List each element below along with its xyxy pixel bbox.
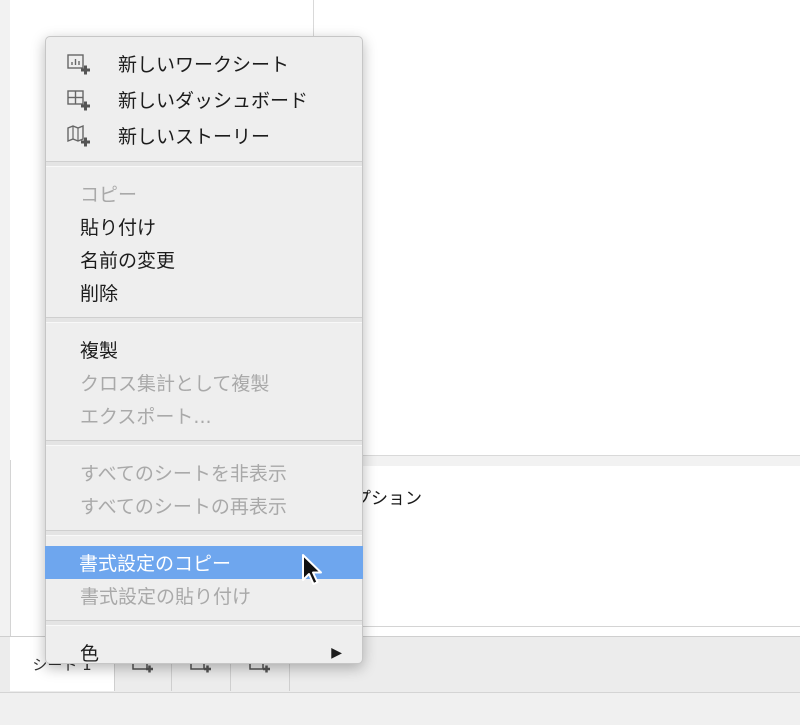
menu-item-label: コピー	[80, 184, 138, 206]
menu-item-label: すべてのシートを非表示	[80, 463, 287, 485]
menu-separator	[46, 620, 362, 626]
menu-item-label: 新しいストーリー	[118, 125, 271, 148]
menu-item-copy[interactable]: コピー	[46, 177, 362, 210]
menu-item-label: 書式設定の貼り付け	[80, 586, 252, 608]
menu-item-paste[interactable]: 貼り付け	[46, 210, 362, 243]
caption-text: プション	[354, 489, 422, 509]
menu-item-new-worksheet[interactable]: 新しいワークシート	[46, 45, 362, 81]
menu-item-label: 書式設定のコピー	[79, 553, 232, 575]
menu-item-new-story[interactable]: 新しいストーリー	[46, 117, 362, 153]
menu-item-hide-all-sheets[interactable]: すべてのシートを非表示	[46, 456, 362, 489]
menu-item-rename[interactable]: 名前の変更	[46, 243, 362, 276]
menu-item-color[interactable]: 色 ▶	[46, 636, 362, 669]
menu-item-label: 新しいワークシート	[118, 53, 290, 76]
menu-item-label: 名前の変更	[80, 250, 176, 272]
view-canvas	[314, 0, 800, 455]
menu-item-label: すべてのシートの再表示	[80, 496, 287, 518]
menu-separator	[46, 317, 362, 323]
menu-item-duplicate-as-crosstab[interactable]: クロス集計として複製	[46, 366, 362, 399]
menu-item-label: 削除	[80, 283, 119, 305]
menu-item-export[interactable]: エクスポート...	[46, 399, 362, 432]
menu-item-label: クロス集計として複製	[80, 373, 270, 395]
menu-separator	[46, 440, 362, 446]
menu-item-delete[interactable]: 削除	[46, 276, 362, 309]
menu-item-label: 複製	[80, 340, 119, 362]
menu-separator	[46, 161, 362, 167]
menu-item-label: 貼り付け	[80, 217, 157, 239]
status-bar	[0, 692, 800, 725]
new-story-icon	[67, 124, 90, 147]
new-dashboard-icon	[67, 90, 90, 111]
caption-area: プション	[314, 466, 800, 627]
mouse-cursor-icon	[302, 554, 322, 585]
new-worksheet-icon	[67, 54, 90, 75]
triangle-right-icon: ▶	[331, 644, 342, 661]
menu-item-label: 色	[80, 643, 100, 665]
menu-separator	[46, 530, 362, 536]
menu-item-duplicate[interactable]: 複製	[46, 333, 362, 366]
menu-item-new-dashboard[interactable]: 新しいダッシュボード	[46, 81, 362, 117]
menu-item-label: エクスポート...	[80, 406, 212, 428]
menu-item-label: 新しいダッシュボード	[118, 89, 309, 112]
menu-item-unhide-all-sheets[interactable]: すべてのシートの再表示	[46, 489, 362, 522]
